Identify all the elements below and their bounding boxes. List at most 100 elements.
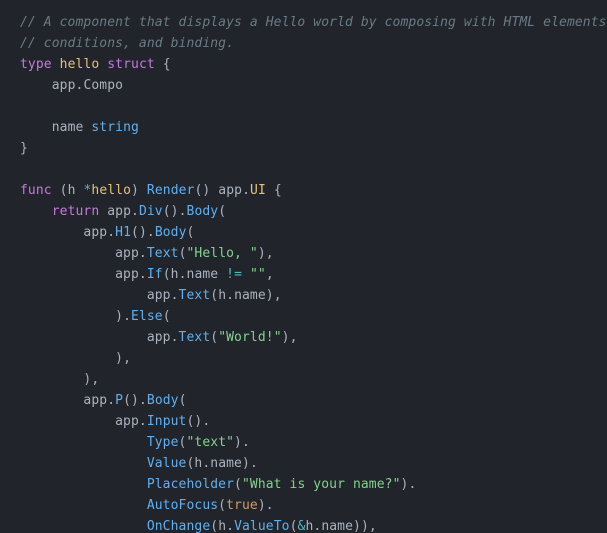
string-hello: "Hello, " xyxy=(187,246,258,261)
code-comment: // conditions, and binding. xyxy=(20,36,234,51)
dot: . xyxy=(202,414,210,429)
ident-app: app xyxy=(147,288,171,303)
method-text: Text xyxy=(179,288,211,303)
method-div: Div xyxy=(139,204,163,219)
ident-app: app xyxy=(218,183,242,198)
paren: ) xyxy=(139,225,147,240)
dot: . xyxy=(147,225,155,240)
dot: . xyxy=(139,267,147,282)
type-compo: Compo xyxy=(83,78,123,93)
paren: ( xyxy=(163,309,171,324)
field-name: name xyxy=(187,267,219,282)
paren: ) xyxy=(282,330,290,345)
dot: . xyxy=(139,393,147,408)
ident-h: h xyxy=(68,183,76,198)
paren: ( xyxy=(210,288,218,303)
kw-return: return xyxy=(52,204,100,219)
ident-h: h xyxy=(218,288,226,303)
paren: ( xyxy=(123,393,131,408)
comma: , xyxy=(369,519,377,533)
paren: ( xyxy=(179,393,187,408)
dot: . xyxy=(107,393,115,408)
dot: . xyxy=(226,519,234,533)
method-body: Body xyxy=(155,225,187,240)
dot: . xyxy=(123,309,131,324)
method-text: Text xyxy=(147,246,179,261)
paren: ( xyxy=(163,267,171,282)
dot: . xyxy=(250,456,258,471)
code-block: // A component that displays a Hello wor… xyxy=(0,0,607,533)
brace: { xyxy=(163,57,171,72)
kw-struct: struct xyxy=(107,57,155,72)
method-h1: H1 xyxy=(115,225,131,240)
method-else: Else xyxy=(131,309,163,324)
paren: ) xyxy=(131,393,139,408)
dot: . xyxy=(226,288,234,303)
ident-hello: hello xyxy=(91,183,131,198)
string-empty: "" xyxy=(250,267,266,282)
paren: ) xyxy=(266,288,274,303)
dot: . xyxy=(171,288,179,303)
comma: , xyxy=(290,330,298,345)
method-if: If xyxy=(147,267,163,282)
paren: ) xyxy=(234,435,242,450)
paren: ( xyxy=(131,225,139,240)
method-placeholder: Placeholder xyxy=(147,477,234,492)
type-ui: UI xyxy=(250,183,266,198)
method-body: Body xyxy=(187,204,219,219)
dot: . xyxy=(171,330,179,345)
method-type: Type xyxy=(147,435,179,450)
field-name: name xyxy=(321,519,353,533)
paren: ( xyxy=(234,477,242,492)
ident-app: app xyxy=(115,267,139,282)
ident-h: h xyxy=(218,519,226,533)
field-name: name xyxy=(52,120,84,135)
comma: , xyxy=(274,288,282,303)
paren: ) xyxy=(171,204,179,219)
dot: . xyxy=(139,246,147,261)
paren: ) xyxy=(115,351,123,366)
method-onchange: OnChange xyxy=(147,519,210,533)
method-input: Input xyxy=(147,414,187,429)
ident-app: app xyxy=(83,225,107,240)
paren: ) xyxy=(131,183,139,198)
ident-app: app xyxy=(115,246,139,261)
comma: , xyxy=(266,267,274,282)
comma: , xyxy=(123,351,131,366)
field-name: name xyxy=(234,288,266,303)
paren: ( xyxy=(179,246,187,261)
paren: ( xyxy=(218,204,226,219)
paren: ) xyxy=(242,456,250,471)
method-text: Text xyxy=(179,330,211,345)
dot: . xyxy=(408,477,416,492)
dot: . xyxy=(131,204,139,219)
dot: . xyxy=(266,498,274,513)
dot: . xyxy=(107,225,115,240)
paren: ( xyxy=(218,498,226,513)
paren: ) xyxy=(258,498,266,513)
string-text: "text" xyxy=(186,435,234,450)
paren: ) xyxy=(258,246,266,261)
dot: . xyxy=(179,204,187,219)
string-prompt: "What is your name?" xyxy=(242,477,401,492)
ident-h: h xyxy=(171,267,179,282)
method-render: Render xyxy=(147,183,195,198)
paren: ( xyxy=(210,519,218,533)
brace: { xyxy=(274,183,282,198)
paren: ( xyxy=(210,330,218,345)
comma: , xyxy=(266,246,274,261)
field-name: name xyxy=(210,456,242,471)
method-autofocus: AutoFocus xyxy=(147,498,218,513)
paren: ) xyxy=(361,519,369,533)
brace: } xyxy=(20,141,28,156)
dot: . xyxy=(179,267,187,282)
comma: , xyxy=(91,372,99,387)
string-world: "World!" xyxy=(218,330,281,345)
paren: ) xyxy=(115,309,123,324)
method-body: Body xyxy=(147,393,179,408)
type-string: string xyxy=(91,120,139,135)
paren: ) xyxy=(353,519,361,533)
paren: ( xyxy=(187,225,195,240)
method-p: P xyxy=(115,393,123,408)
kw-type: type xyxy=(20,57,52,72)
